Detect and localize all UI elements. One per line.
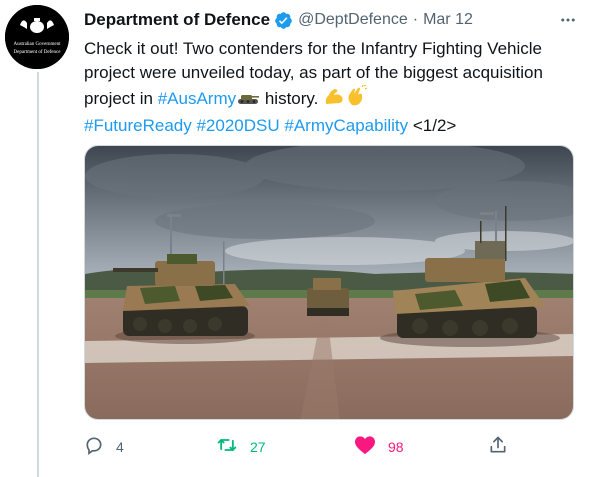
reply-icon xyxy=(84,435,104,460)
retweet-button[interactable]: 27 xyxy=(216,430,266,464)
thread-line xyxy=(37,72,39,477)
hashtag-futureready[interactable]: #FutureReady xyxy=(84,116,192,135)
share-icon xyxy=(488,435,508,460)
more-options-icon[interactable] xyxy=(556,8,580,32)
avatar-text-1: Australian Government xyxy=(13,42,61,47)
tweet-date[interactable]: Mar 12 xyxy=(423,11,473,29)
tweet-actions: 4 27 98 xyxy=(84,430,524,464)
retweet-icon xyxy=(216,435,238,460)
tank-emoji-icon xyxy=(236,90,260,114)
heart-icon xyxy=(354,435,376,460)
hashtag-armycapability[interactable]: #ArmyCapability xyxy=(284,116,408,135)
tweet-photo[interactable] xyxy=(84,145,574,420)
verified-badge-icon xyxy=(274,11,293,30)
tweet-text: Check it out! Two contenders for the Inf… xyxy=(84,37,584,138)
thread-marker: <1/2> xyxy=(412,116,457,135)
handle[interactable]: @DeptDefence xyxy=(298,11,408,29)
like-count: 98 xyxy=(388,439,404,455)
tweet-header: Department of Defence @DeptDefence · Mar… xyxy=(84,8,580,32)
retweet-count: 27 xyxy=(250,439,266,455)
avatar[interactable]: Australian Government Department of Defe… xyxy=(5,5,69,69)
separator-dot: · xyxy=(412,11,419,28)
reply-button[interactable]: 4 xyxy=(84,430,124,464)
reply-count: 4 xyxy=(116,439,124,455)
hashtag-ausarmy[interactable]: #AusArmy xyxy=(158,89,236,108)
avatar-text-2: Department of Defence xyxy=(14,50,62,55)
clapping-hands-emoji-icon xyxy=(345,84,369,114)
display-name[interactable]: Department of Defence xyxy=(84,10,270,30)
flexed-biceps-emoji-icon xyxy=(323,87,345,114)
tweet-text-part2: history. xyxy=(260,89,324,108)
like-button[interactable]: 98 xyxy=(354,430,404,464)
share-button[interactable] xyxy=(488,430,508,464)
hashtag-2020dsu[interactable]: #2020DSU xyxy=(196,116,279,135)
